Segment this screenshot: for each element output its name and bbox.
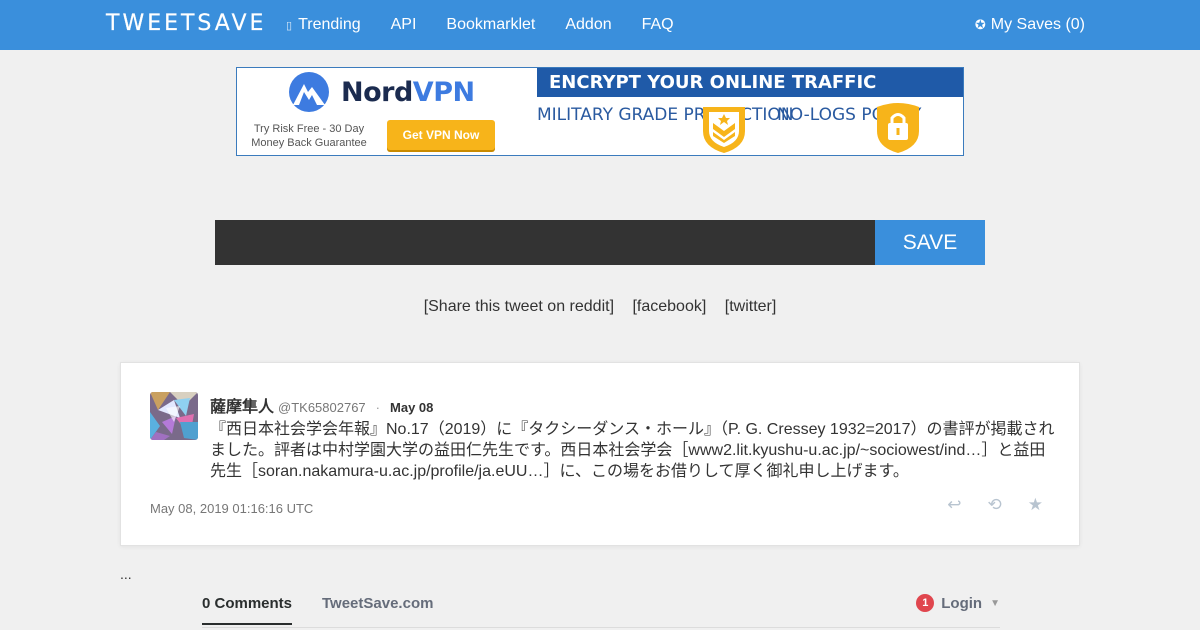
share-twitter-link[interactable]: [twitter] — [725, 298, 777, 315]
reply-icon[interactable]: ↩ — [947, 495, 961, 515]
login-label: Login — [941, 594, 983, 612]
nordvpn-mountain-icon — [289, 72, 329, 112]
tweet-separator: · — [375, 400, 381, 415]
nav-links: ▯ Trending API Bookmarklet Addon FAQ — [286, 0, 704, 50]
ellipsis: ... — [120, 566, 132, 582]
notification-badge: 1 — [916, 594, 935, 612]
shield-chevron-icon — [703, 107, 745, 153]
favorite-icon[interactable]: ★ — [1028, 495, 1043, 515]
my-saves-label: My Saves (0) — [990, 16, 1085, 33]
ad-feature-nologs: NO-LOGS POLICY — [777, 105, 922, 125]
ad-feature-protection: MILITARY GRADE PROTECTION — [537, 105, 794, 125]
nav-bookmarklet[interactable]: Bookmarklet — [446, 16, 535, 34]
tweet-header: 薩摩隼人 @TK65802767 · May 08 — [210, 393, 433, 417]
ad-risk-text: Try Risk Free - 30 Day Money Back Guaran… — [251, 123, 367, 149]
ad-brand: NordVPN — [341, 76, 475, 108]
share-links: [Share this tweet on reddit] [facebook] … — [0, 298, 1200, 316]
tweet-author-handle[interactable]: @TK65802767 — [278, 400, 366, 415]
comments-bar: 0 Comments TweetSave.com 1 Login ▼ — [202, 588, 1000, 628]
chevron-down-icon: ▼ — [990, 597, 1000, 609]
nav-faq[interactable]: FAQ — [642, 16, 674, 34]
brand-logo[interactable]: TWEETSAVE — [106, 11, 266, 36]
nav-trending[interactable]: ▯ Trending — [286, 16, 361, 34]
retweet-icon[interactable]: ⟲ — [988, 495, 1002, 515]
tweet-author-name[interactable]: 薩摩隼人 — [210, 393, 274, 417]
tweet-actions: ↩ ⟲ ★ — [947, 495, 1043, 515]
nav-addon[interactable]: Addon — [565, 16, 611, 34]
comments-site-tab[interactable]: TweetSave.com — [322, 595, 433, 612]
shield-lock-icon — [877, 103, 919, 153]
ad-get-vpn-button[interactable]: Get VPN Now — [387, 120, 495, 150]
tweet-timestamp: May 08, 2019 01:16:16 UTC — [150, 501, 314, 516]
avatar[interactable] — [150, 392, 198, 440]
share-facebook-link[interactable]: [facebook] — [632, 298, 706, 315]
nav-api[interactable]: API — [391, 16, 417, 34]
my-saves-link[interactable]: ✪ My Saves (0) — [975, 0, 1085, 50]
tweet-url-input[interactable] — [215, 220, 875, 265]
ad-logo: NordVPN — [287, 72, 475, 112]
ad-headline: ENCRYPT YOUR ONLINE TRAFFIC — [537, 68, 963, 97]
navbar: TWEETSAVE ▯ Trending API Bookmarklet Add… — [0, 0, 1200, 50]
tweet-card: 薩摩隼人 @TK65802767 · May 08 『西日本社会学会年報』No.… — [120, 362, 1080, 546]
comments-count-tab[interactable]: 0 Comments — [202, 595, 293, 625]
ad-banner[interactable]: NordVPN Try Risk Free - 30 Day Money Bac… — [236, 67, 964, 156]
tweet-date[interactable]: May 08 — [390, 400, 433, 415]
nav-trending-label: Trending — [298, 16, 361, 33]
share-reddit-link[interactable]: [Share this tweet on reddit] — [424, 298, 614, 315]
save-button[interactable]: SAVE — [875, 220, 985, 265]
login-dropdown[interactable]: 1 Login ▼ — [916, 594, 1000, 612]
fire-icon: ▯ — [286, 19, 293, 32]
star-circle-icon: ✪ — [974, 17, 986, 32]
tweet-text: 『西日本社会学会年報』No.17（2019）に『タクシーダンス・ホール』（P. … — [210, 421, 1055, 480]
